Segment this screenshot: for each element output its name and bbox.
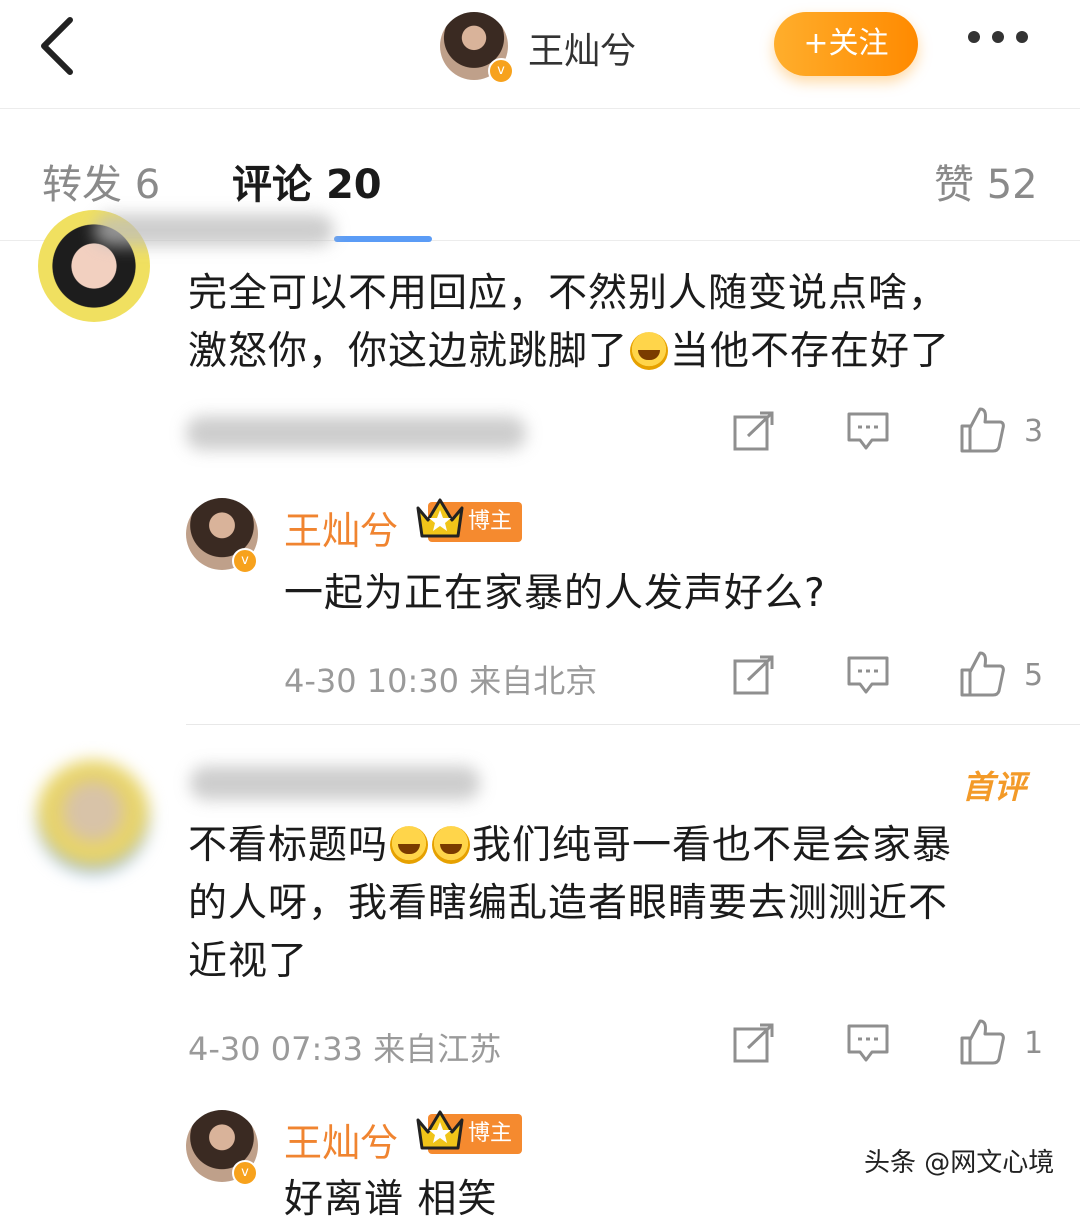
tab-comments[interactable]: 评论 20 <box>232 152 382 210</box>
comment-text-segment: 激怒你，你这边就跳脚了 <box>188 329 629 374</box>
reply-text: 一起为正在家暴的人发声好么? <box>284 571 826 616</box>
verified-v-icon: v <box>488 58 514 84</box>
active-tab-underline <box>334 236 432 242</box>
blurred-username <box>190 766 480 800</box>
follow-button[interactable]: +关注 <box>774 12 918 76</box>
divider <box>186 724 1080 725</box>
tab-likes-count: 52 <box>986 162 1038 208</box>
like-count: 5 <box>1024 658 1044 693</box>
like-thumb-icon[interactable] <box>958 1018 1006 1070</box>
tab-comments-count: 20 <box>325 162 382 208</box>
reply-user-name[interactable]: 王灿兮 <box>284 1112 398 1167</box>
reply-text: 好离谱 相笑 <box>284 1177 498 1222</box>
crown-icon <box>416 1110 464 1150</box>
comment-time: 4-30 07:33 <box>188 1030 364 1068</box>
blogger-badge-label: 博主 <box>468 509 513 534</box>
like-count: 3 <box>1024 414 1044 449</box>
comment-text-line: 完全可以不用回应，不然别人随变说点啥， <box>188 271 949 316</box>
comment-meta: 4-30 07:33 来自江苏 <box>188 1024 501 1070</box>
comment-text-segment: 不看标题吗 <box>188 823 389 868</box>
laugh-cry-emoji-icon <box>432 826 471 864</box>
tab-likes-label: 赞 <box>934 162 974 208</box>
comment-icon[interactable] <box>846 654 890 700</box>
blogger-badge: 博主 <box>416 1110 523 1154</box>
commenter-avatar[interactable] <box>36 760 150 874</box>
more-options-icon[interactable] <box>962 28 1034 58</box>
comment-icon[interactable] <box>846 1022 890 1068</box>
watermark: 头条 @网文心境 <box>858 1140 1061 1181</box>
reply-meta: 4-30 10:30 来自北京 <box>284 656 597 702</box>
tab-reposts-count: 6 <box>134 162 161 208</box>
verified-v-icon: v <box>232 1160 258 1186</box>
comment-text-line: 的人呀，我看瞎编乱造者眼睛要去测测近不 <box>188 881 949 926</box>
repost-icon[interactable] <box>732 1022 776 1068</box>
blurred-username <box>94 214 334 246</box>
like-thumb-icon[interactable] <box>958 650 1006 702</box>
comment-text-segment: 我们纯哥一看也不是会家暴 <box>472 823 953 868</box>
tab-reposts[interactable]: 转发 6 <box>42 152 160 210</box>
comment-text-line: 激怒你，你这边就跳脚了 当他不存在好了 <box>188 324 950 380</box>
laugh-cry-emoji-icon <box>390 826 429 864</box>
reply-time: 4-30 10:30 <box>284 662 460 700</box>
tab-comments-label: 评论 <box>232 162 312 208</box>
comment-text-line: 近视了 <box>188 939 309 984</box>
comment-icon[interactable] <box>846 410 890 456</box>
comment-text-line: 不看标题吗 我们纯哥一看也不是会家暴 <box>188 818 952 874</box>
verified-v-icon: v <box>232 548 258 574</box>
reply-user-name[interactable]: 王灿兮 <box>284 500 398 555</box>
blogger-badge: 博主 <box>416 498 523 542</box>
repost-icon[interactable] <box>732 410 776 456</box>
reply-location: 来自北京 <box>469 662 598 700</box>
like-thumb-icon[interactable] <box>958 406 1006 458</box>
laugh-cry-emoji-icon <box>630 332 669 370</box>
header-user-name[interactable]: 王灿兮 <box>528 22 636 74</box>
blogger-badge-label: 博主 <box>468 1121 513 1146</box>
like-count: 1 <box>1024 1026 1044 1061</box>
repost-icon[interactable] <box>732 654 776 700</box>
back-arrow-icon[interactable] <box>30 14 90 78</box>
comment-location: 来自江苏 <box>373 1030 502 1068</box>
comment-text-segment: 当他不存在好了 <box>670 329 951 374</box>
first-comment-tag: 首评 <box>962 768 1027 806</box>
blurred-comment-meta <box>186 416 526 450</box>
tab-reposts-label: 转发 <box>42 162 122 208</box>
crown-icon <box>416 498 464 538</box>
tab-likes[interactable]: 赞 52 <box>934 152 1038 210</box>
top-nav-bar: v 王灿兮 +关注 <box>0 0 1080 109</box>
